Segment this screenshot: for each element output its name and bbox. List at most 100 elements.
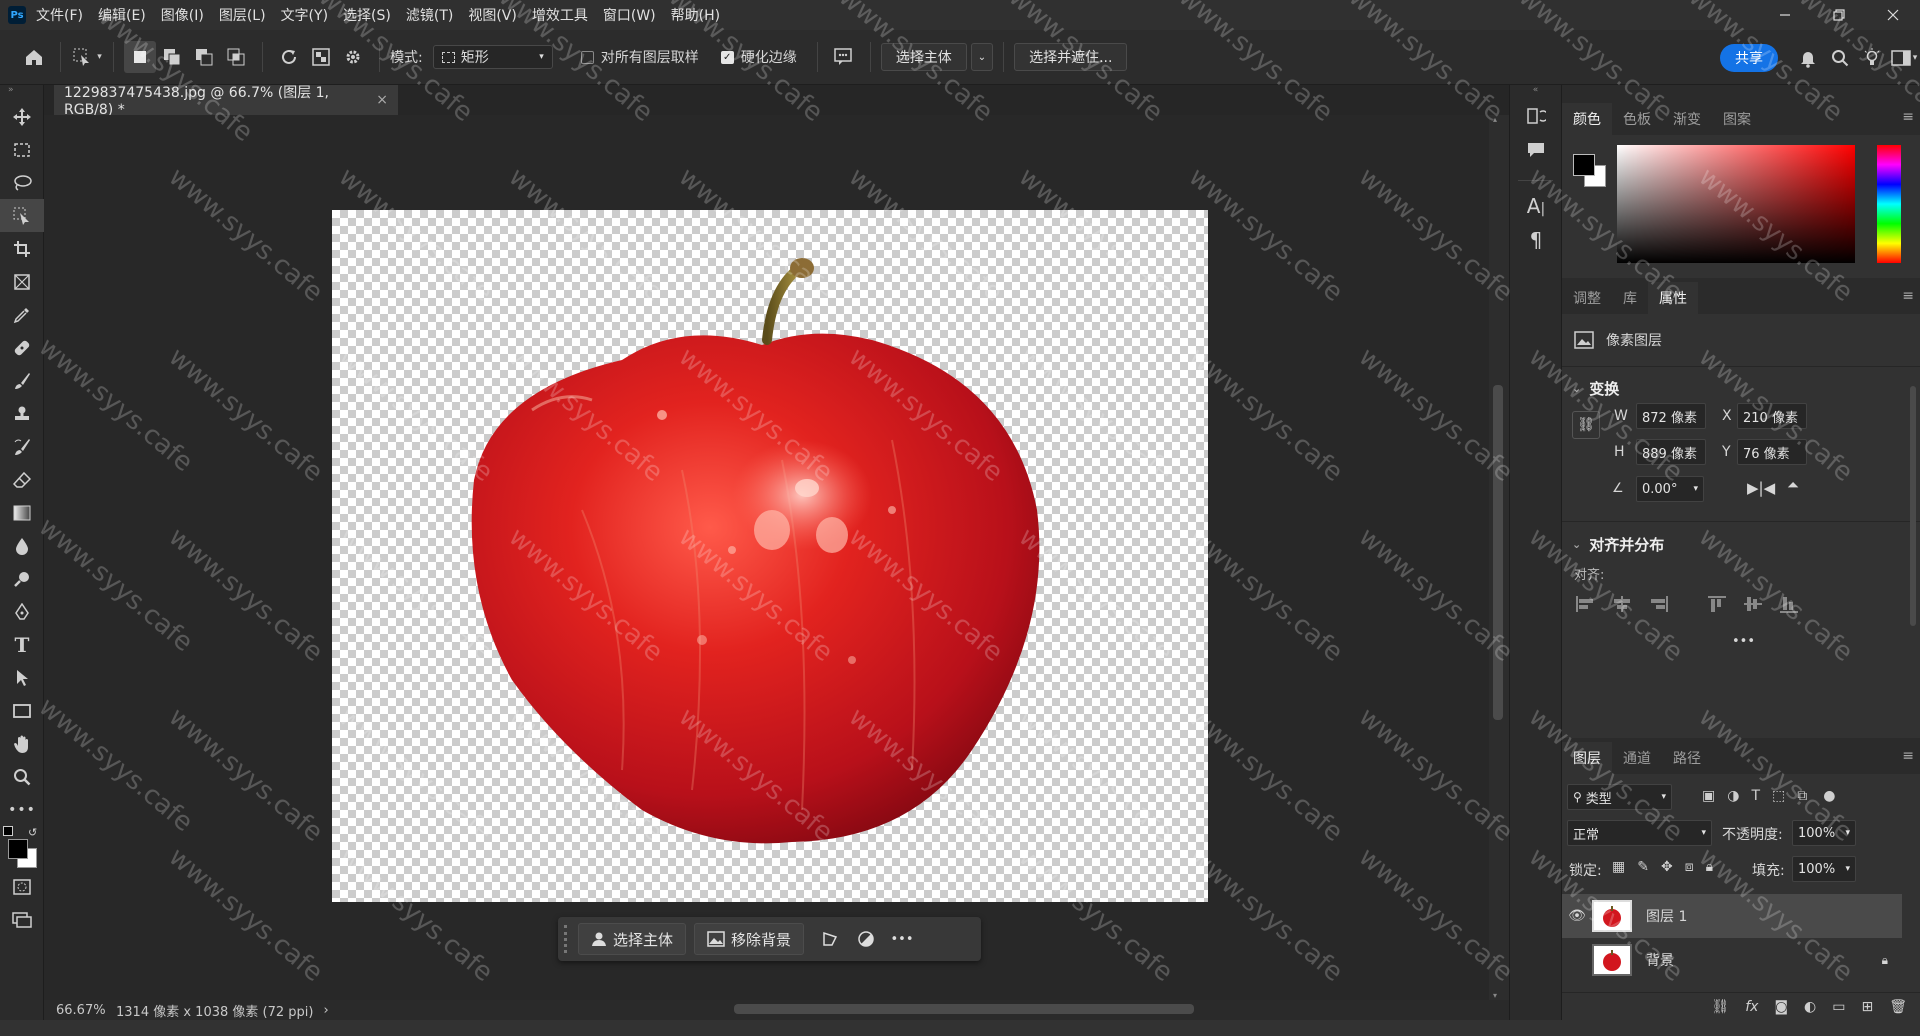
tab-libraries[interactable]: 库 <box>1612 282 1648 314</box>
lock-paint-icon[interactable]: ✎ <box>1637 859 1649 875</box>
minimize-button[interactable] <box>1758 0 1812 30</box>
tab-properties[interactable]: 属性 <box>1648 282 1698 314</box>
hue-slider[interactable] <box>1877 145 1901 263</box>
eyedropper-tool-icon[interactable] <box>0 298 44 331</box>
type-tool-icon[interactable]: T <box>0 628 44 661</box>
bell-icon[interactable] <box>1792 42 1824 74</box>
comments-icon[interactable] <box>1510 133 1562 167</box>
properties-scrollbar[interactable] <box>1910 386 1916 626</box>
lock-transparent-icon[interactable]: ▦ <box>1612 859 1625 875</box>
history-brush-tool-icon[interactable] <box>0 430 44 463</box>
dodge-tool-icon[interactable] <box>0 562 44 595</box>
document-canvas[interactable] <box>332 210 1208 902</box>
align-left-icon[interactable] <box>1574 594 1598 614</box>
tab-adjustments[interactable]: 调整 <box>1562 282 1612 314</box>
transform-section-header[interactable]: ⌄ 变换 <box>1572 378 1619 399</box>
filter-type-icon[interactable]: T <box>1751 788 1760 804</box>
opacity-field[interactable]: 100% ▾ <box>1792 820 1856 846</box>
menu-edit[interactable]: 编辑(E) <box>98 5 146 25</box>
horizontal-scrollbar[interactable] <box>734 1004 1194 1014</box>
object-finder-icon[interactable] <box>305 41 337 73</box>
swap-colors-icon[interactable]: ↺ <box>28 826 37 839</box>
frame-tool-icon[interactable] <box>0 265 44 298</box>
collapse-toolbar-icon[interactable]: » <box>0 85 43 100</box>
x-field[interactable]: 210 像素 <box>1737 403 1807 429</box>
menu-help[interactable]: 帮助(H) <box>671 5 720 25</box>
link-icon[interactable]: ⛓ <box>1572 411 1600 439</box>
delete-layer-icon[interactable]: 🗑︎ <box>1889 999 1907 1015</box>
scrollbar-thumb[interactable] <box>1493 385 1503 720</box>
lasso-tool-icon[interactable] <box>0 166 44 199</box>
flip-vertical-icon[interactable]: ⏶ <box>1787 476 1799 494</box>
add-mask-icon[interactable]: ◙ <box>1774 999 1788 1015</box>
align-section-header[interactable]: ⌄ 对齐并分布 <box>1572 534 1664 555</box>
eraser-tool-icon[interactable] <box>0 463 44 496</box>
height-field[interactable]: 889 像素 <box>1636 439 1706 465</box>
fill-field[interactable]: 100% ▾ <box>1792 856 1856 882</box>
new-group-icon[interactable]: ▭ <box>1832 999 1845 1015</box>
tab-gradients[interactable]: 渐变 <box>1662 103 1712 135</box>
healing-brush-tool-icon[interactable] <box>0 331 44 364</box>
layer-row-layer1[interactable]: 👁︎ 图层 1 <box>1562 894 1902 938</box>
search-icon[interactable] <box>1824 42 1856 74</box>
screen-mode-icon[interactable] <box>0 903 44 936</box>
quick-mask-icon[interactable] <box>0 870 44 903</box>
tab-swatches[interactable]: 色板 <box>1612 103 1662 135</box>
y-field[interactable]: 76 像素 <box>1737 439 1807 465</box>
status-arrow-icon[interactable]: › <box>323 1003 328 1018</box>
align-vcenter-icon[interactable] <box>1742 594 1766 614</box>
stamp-tool-icon[interactable] <box>0 397 44 430</box>
tab-channels[interactable]: 通道 <box>1612 742 1662 774</box>
object-selection-tool-icon[interactable] <box>0 199 44 232</box>
select-subject-dropdown[interactable]: ⌄ <box>970 43 994 71</box>
select-subject-button[interactable]: 选择主体 <box>880 43 967 71</box>
width-field[interactable]: 872 像素 <box>1636 403 1706 429</box>
close-window-button[interactable] <box>1866 0 1920 30</box>
layer-row-background[interactable]: 背景 🔒︎ <box>1562 938 1902 982</box>
scroll-down-icon[interactable]: ▾ <box>1493 991 1497 1000</box>
filter-smart-object-icon[interactable]: ⧉ <box>1797 788 1807 804</box>
move-tool-icon[interactable] <box>0 100 44 133</box>
menu-filter[interactable]: 滤镜(T) <box>406 5 453 25</box>
hand-tool-icon[interactable] <box>0 727 44 760</box>
blur-tool-icon[interactable] <box>0 529 44 562</box>
align-top-icon[interactable] <box>1706 594 1730 614</box>
workspace-icon[interactable]: ▾ <box>1888 42 1920 74</box>
panel-menu-icon[interactable]: ≡ <box>1902 748 1914 764</box>
blend-mode-dropdown[interactable]: 正常 ▾ <box>1567 820 1712 846</box>
collapse-panels-icon[interactable]: « <box>1510 85 1561 99</box>
path-selection-tool-icon[interactable] <box>0 661 44 694</box>
more-tools-icon[interactable]: ••• <box>0 793 44 826</box>
gradient-tool-icon[interactable] <box>0 496 44 529</box>
feedback-icon[interactable] <box>828 41 860 73</box>
angle-field[interactable]: 0.00° ▾ <box>1636 476 1704 502</box>
zoom-level[interactable]: 66.67% <box>56 1003 106 1018</box>
drag-handle-icon[interactable] <box>564 925 572 953</box>
subtract-selection-icon[interactable] <box>188 41 220 73</box>
share-button[interactable]: 共享 <box>1720 43 1778 72</box>
link-layers-icon[interactable]: ⛓ <box>1711 999 1729 1015</box>
mask-icon[interactable] <box>848 923 884 955</box>
tab-paths[interactable]: 路径 <box>1662 742 1712 774</box>
history-icon[interactable] <box>1510 99 1562 133</box>
align-hcenter-icon[interactable] <box>1610 594 1634 614</box>
lock-position-icon[interactable]: ✥ <box>1661 859 1673 875</box>
add-selection-icon[interactable] <box>156 41 188 73</box>
menu-plugins[interactable]: 增效工具 <box>532 5 588 25</box>
new-adjustment-icon[interactable]: ◐ <box>1804 999 1816 1015</box>
lock-all-icon[interactable]: 🔒︎ <box>1706 859 1713 875</box>
lock-artboard-icon[interactable]: ⧈ <box>1685 859 1694 875</box>
object-select-tool-icon[interactable]: ▾ <box>71 41 103 73</box>
color-field[interactable] <box>1617 145 1855 263</box>
ctx-select-subject-button[interactable]: 选择主体 <box>578 923 687 955</box>
home-icon[interactable] <box>18 41 50 73</box>
filter-pixel-icon[interactable]: ▣ <box>1702 788 1715 804</box>
fx-icon[interactable]: fx <box>1745 999 1758 1015</box>
remove-background-button[interactable]: 移除背景 <box>694 923 805 955</box>
foreground-color-swatch[interactable] <box>8 839 28 859</box>
crop-tool-icon[interactable] <box>0 232 44 265</box>
align-right-icon[interactable] <box>1646 594 1670 614</box>
default-colors-icon[interactable] <box>3 826 13 836</box>
settings-gear-icon[interactable] <box>337 41 369 73</box>
new-layer-icon[interactable]: ⊞ <box>1861 999 1873 1015</box>
